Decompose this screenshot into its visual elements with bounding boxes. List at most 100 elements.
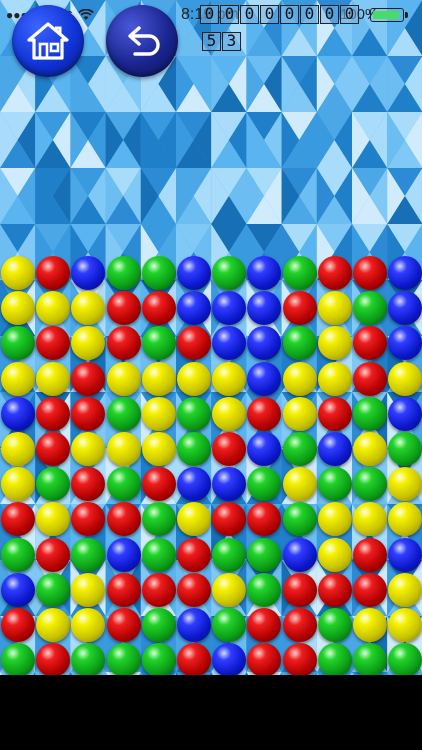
- ball-yellow[interactable]: [36, 361, 71, 396]
- ball-red[interactable]: [247, 643, 282, 675]
- ball-red[interactable]: [106, 326, 141, 361]
- ball-red[interactable]: [177, 572, 211, 607]
- ball-yellow[interactable]: [177, 361, 211, 396]
- ball-blue[interactable]: [106, 537, 141, 572]
- ball-red[interactable]: [36, 537, 71, 572]
- ball-yellow[interactable]: [212, 572, 247, 607]
- ball-red[interactable]: [282, 572, 317, 607]
- ball-blue[interactable]: [1, 572, 35, 607]
- ball-blue[interactable]: [212, 643, 247, 675]
- ball-green[interactable]: [212, 608, 247, 642]
- ball-blue[interactable]: [388, 291, 422, 326]
- ball-yellow[interactable]: [317, 537, 352, 572]
- ball-yellow[interactable]: [212, 361, 247, 396]
- ball-red[interactable]: [353, 572, 387, 607]
- ball-red[interactable]: [177, 537, 211, 572]
- ball-red[interactable]: [36, 643, 71, 675]
- ball-yellow[interactable]: [282, 467, 317, 502]
- ball-red[interactable]: [1, 608, 35, 642]
- ball-yellow[interactable]: [388, 467, 422, 502]
- ball-red[interactable]: [353, 361, 387, 396]
- ball-yellow[interactable]: [106, 361, 141, 396]
- ball-yellow[interactable]: [1, 467, 35, 502]
- ball-blue[interactable]: [388, 396, 422, 431]
- ball-red[interactable]: [36, 256, 71, 290]
- ball-yellow[interactable]: [388, 361, 422, 396]
- ball-green[interactable]: [353, 291, 387, 326]
- home-button[interactable]: [12, 5, 84, 77]
- ball-yellow[interactable]: [1, 256, 35, 290]
- ball-green[interactable]: [317, 643, 352, 675]
- undo-button[interactable]: [106, 5, 178, 77]
- ball-yellow[interactable]: [317, 291, 352, 326]
- ball-yellow[interactable]: [106, 432, 141, 466]
- ball-red[interactable]: [282, 608, 317, 642]
- ball-red[interactable]: [141, 467, 176, 502]
- ball-blue[interactable]: [177, 256, 211, 290]
- ball-yellow[interactable]: [388, 608, 422, 642]
- ball-green[interactable]: [282, 502, 317, 537]
- ball-red[interactable]: [141, 572, 176, 607]
- ball-blue[interactable]: [317, 432, 352, 466]
- ball-red[interactable]: [282, 643, 317, 675]
- ball-green[interactable]: [247, 572, 282, 607]
- ball-yellow[interactable]: [353, 608, 387, 642]
- ball-yellow[interactable]: [1, 291, 35, 326]
- ball-green[interactable]: [212, 256, 247, 290]
- ball-yellow[interactable]: [212, 396, 247, 431]
- ball-blue[interactable]: [177, 467, 211, 502]
- ball-blue[interactable]: [177, 291, 211, 326]
- ball-yellow[interactable]: [141, 361, 176, 396]
- ball-red[interactable]: [106, 291, 141, 326]
- ball-red[interactable]: [106, 608, 141, 642]
- ball-green[interactable]: [388, 643, 422, 675]
- ball-green[interactable]: [141, 256, 176, 290]
- ball-blue[interactable]: [388, 256, 422, 290]
- ball-red[interactable]: [36, 432, 71, 466]
- ball-green[interactable]: [317, 467, 352, 502]
- ball-red[interactable]: [106, 502, 141, 537]
- ball-green[interactable]: [106, 643, 141, 675]
- ball-yellow[interactable]: [317, 502, 352, 537]
- ball-green[interactable]: [106, 467, 141, 502]
- ball-yellow[interactable]: [317, 326, 352, 361]
- ball-red[interactable]: [317, 572, 352, 607]
- ball-green[interactable]: [106, 256, 141, 290]
- ball-green[interactable]: [282, 432, 317, 466]
- ball-blue[interactable]: [1, 396, 35, 431]
- ball-green[interactable]: [141, 608, 176, 642]
- ball-green[interactable]: [353, 467, 387, 502]
- ball-green[interactable]: [71, 643, 106, 675]
- ball-green[interactable]: [106, 396, 141, 431]
- ball-green[interactable]: [247, 537, 282, 572]
- ball-red[interactable]: [71, 396, 106, 431]
- ball-green[interactable]: [1, 537, 35, 572]
- ball-green[interactable]: [141, 326, 176, 361]
- ball-green[interactable]: [353, 396, 387, 431]
- ball-red[interactable]: [353, 537, 387, 572]
- ball-green[interactable]: [212, 537, 247, 572]
- ball-green[interactable]: [1, 643, 35, 675]
- ball-green[interactable]: [388, 432, 422, 466]
- ball-blue[interactable]: [177, 608, 211, 642]
- ball-blue[interactable]: [388, 537, 422, 572]
- ball-green[interactable]: [141, 502, 176, 537]
- ball-red[interactable]: [71, 361, 106, 396]
- ball-green[interactable]: [282, 256, 317, 290]
- ball-yellow[interactable]: [71, 572, 106, 607]
- ball-yellow[interactable]: [353, 432, 387, 466]
- ball-yellow[interactable]: [317, 361, 352, 396]
- ball-green[interactable]: [317, 608, 352, 642]
- ball-green[interactable]: [71, 537, 106, 572]
- ball-green[interactable]: [36, 572, 71, 607]
- ball-yellow[interactable]: [1, 361, 35, 396]
- ball-red[interactable]: [36, 396, 71, 431]
- ball-red[interactable]: [177, 643, 211, 675]
- ball-green[interactable]: [177, 432, 211, 466]
- ball-red[interactable]: [106, 572, 141, 607]
- ball-yellow[interactable]: [141, 396, 176, 431]
- ball-red[interactable]: [247, 396, 282, 431]
- ball-green[interactable]: [282, 326, 317, 361]
- ball-green[interactable]: [141, 537, 176, 572]
- ball-yellow[interactable]: [141, 432, 176, 466]
